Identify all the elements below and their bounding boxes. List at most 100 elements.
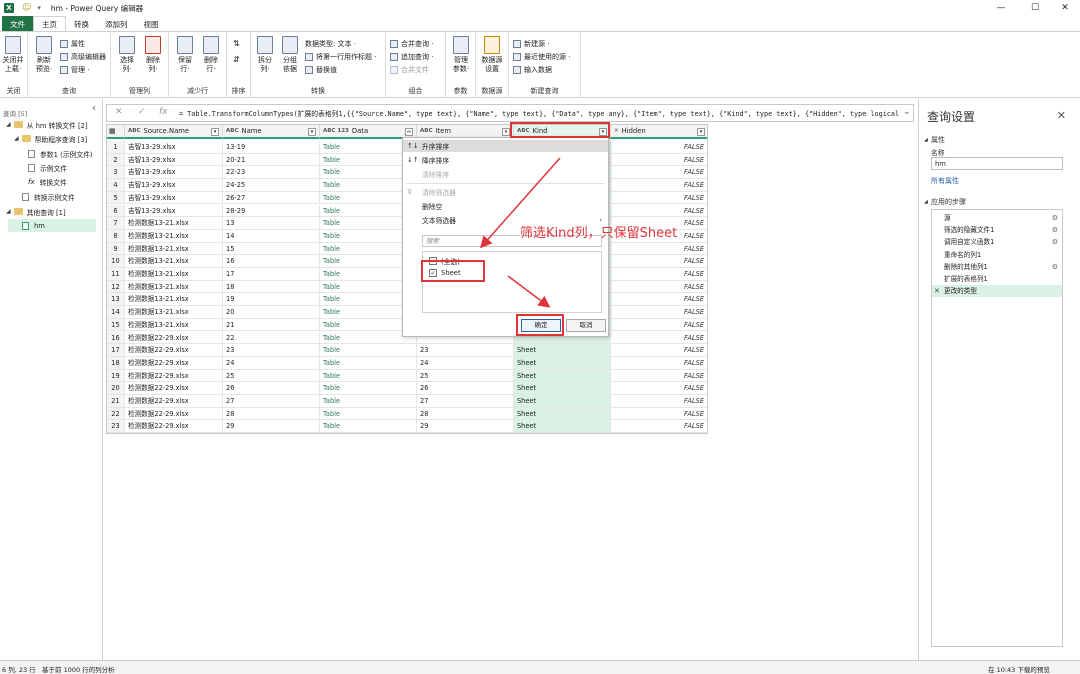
cell-source-name[interactable]: 检测数据13-21.xlsx — [125, 306, 223, 319]
filter-dropdown-button[interactable]: ▾ — [211, 128, 219, 136]
collapse-pane-button[interactable]: ‹ — [92, 103, 96, 114]
cell-source-name[interactable]: 检测数据22-29.xlsx — [125, 407, 223, 421]
cell-source-name[interactable]: 检测数据13-21.xlsx — [125, 318, 223, 332]
query-item-sample-file[interactable]: 示例文件 — [28, 161, 67, 174]
cancel-formula-button[interactable]: ✕ — [115, 107, 123, 117]
cell-data-table[interactable]: Table — [320, 344, 417, 357]
combine-files-button[interactable]: 合并文件 — [390, 64, 429, 75]
new-source-button[interactable]: 新建源 · — [513, 38, 549, 49]
cell-source-name[interactable]: 检测数据22-29.xlsx — [125, 331, 223, 345]
tab-add-column[interactable]: 添加列 — [97, 16, 136, 32]
expand-column-button[interactable]: ⇔ — [405, 128, 413, 136]
cell-name[interactable]: 13-19 — [223, 141, 320, 154]
cell-item[interactable]: 26 — [417, 382, 514, 395]
table-row[interactable]: 23 检测数据22-29.xlsx 29 Table 29 Sheet FALSE — [107, 420, 707, 433]
status-profiling-info[interactable]: 基于前 1000 行的列分析 — [42, 664, 115, 674]
cell-source-name[interactable]: 吉智13-29.xlsx — [125, 191, 223, 205]
manage-parameters-button[interactable]: 管理 参数· — [448, 36, 474, 74]
cell-kind[interactable]: Sheet — [514, 382, 611, 395]
cell-source-name[interactable]: 检测数据13-21.xlsx — [125, 217, 223, 230]
step-settings-gear-icon[interactable]: ⚙ — [1052, 224, 1058, 236]
cell-hidden[interactable]: FALSE — [611, 243, 707, 256]
applied-step-item[interactable]: 重命名的列1 — [932, 249, 1062, 261]
row-number[interactable]: 10 — [107, 255, 125, 268]
row-number[interactable]: 21 — [107, 395, 125, 408]
applied-step-item[interactable]: 筛选的隐藏文件1 ⚙ — [932, 224, 1062, 236]
cell-kind[interactable]: Sheet — [514, 356, 611, 370]
expand-formula-button[interactable]: ⌄ — [903, 107, 911, 117]
cell-data-table[interactable]: Table — [320, 420, 417, 433]
applied-step-item[interactable]: 调用自定义函数1 ⚙ — [932, 236, 1062, 248]
cell-name[interactable]: 22-23 — [223, 166, 320, 180]
cell-data-table[interactable]: Table — [320, 395, 417, 408]
row-number[interactable]: 20 — [107, 382, 125, 395]
filter-dropdown-button[interactable]: ▾ — [697, 128, 705, 136]
menu-item-sort-descending[interactable]: ↓↑ 降序排序 — [403, 154, 608, 166]
cell-source-name[interactable]: 吉智13-29.xlsx — [125, 204, 223, 218]
remove-rows-button[interactable]: 删除 行· — [198, 36, 224, 74]
cell-hidden[interactable]: FALSE — [611, 420, 707, 433]
close-settings-button[interactable]: ✕ — [1057, 109, 1066, 122]
cell-source-name[interactable]: 检测数据22-29.xlsx — [125, 356, 223, 370]
cell-name[interactable]: 24 — [223, 356, 320, 370]
cell-kind[interactable]: Sheet — [514, 344, 611, 357]
merge-queries-button[interactable]: 合并查询 · — [390, 38, 433, 49]
cell-hidden[interactable]: FALSE — [611, 408, 707, 421]
tab-home[interactable]: 主页 — [33, 16, 66, 32]
all-properties-link[interactable]: 所有属性 — [931, 176, 959, 186]
table-row[interactable]: 17 检测数据22-29.xlsx 23 Table 23 Sheet FALSE — [107, 344, 707, 357]
query-item-parameter1[interactable]: 参数1 (示例文件) — [28, 147, 93, 160]
row-number[interactable]: 19 — [107, 369, 125, 383]
append-queries-button[interactable]: 追加查询 · — [390, 51, 433, 62]
sort-ascending-button[interactable]: ⇅ — [233, 38, 240, 49]
cell-source-name[interactable]: 检测数据13-21.xlsx — [125, 293, 223, 307]
cell-source-name[interactable]: 检测数据13-21.xlsx — [125, 229, 223, 243]
menu-item-clear-filter[interactable]: ⊽ 清除筛选器 — [403, 186, 608, 198]
cell-source-name[interactable]: 吉智13-29.xlsx — [125, 166, 223, 180]
cell-name[interactable]: 26 — [223, 382, 320, 395]
cell-name[interactable]: 17 — [223, 268, 320, 281]
cell-name[interactable]: 24-25 — [223, 179, 320, 192]
tab-view[interactable]: 视图 — [136, 16, 167, 32]
cell-name[interactable]: 21 — [223, 318, 320, 332]
cell-data-table[interactable]: Table — [320, 369, 417, 383]
row-number[interactable]: 14 — [107, 306, 125, 319]
cell-source-name[interactable]: 吉智13-29.xlsx — [125, 153, 223, 167]
recent-sources-button[interactable]: 最近使用的源 · — [513, 51, 570, 62]
step-settings-gear-icon[interactable]: ⚙ — [1052, 261, 1058, 273]
applied-step-item[interactable]: 源 ⚙ — [932, 212, 1062, 224]
cell-source-name[interactable]: 检测数据22-29.xlsx — [125, 395, 223, 408]
cell-data-table[interactable]: Table — [320, 407, 417, 421]
cell-hidden[interactable]: FALSE — [611, 268, 707, 281]
table-row[interactable]: 18 检测数据22-29.xlsx 24 Table 24 Sheet FALSE — [107, 356, 707, 370]
data-source-settings-button[interactable]: 数据源 设置 — [479, 36, 505, 74]
cell-name[interactable]: 14 — [223, 229, 320, 243]
cell-hidden[interactable]: FALSE — [611, 332, 707, 345]
table-row[interactable]: 20 检测数据22-29.xlsx 26 Table 26 Sheet FALSE — [107, 382, 707, 395]
keep-rows-button[interactable]: 保留 行· — [172, 36, 198, 74]
cell-hidden[interactable]: FALSE — [611, 382, 707, 395]
cell-source-name[interactable]: 检测数据22-29.xlsx — [125, 382, 223, 395]
cell-hidden[interactable]: FALSE — [611, 255, 707, 268]
cell-name[interactable]: 13 — [223, 217, 320, 230]
group-by-button[interactable]: 分组 依据 — [277, 36, 303, 74]
tab-file[interactable]: 文件 — [2, 16, 33, 32]
split-column-button[interactable]: 拆分 列· — [252, 36, 278, 74]
cell-data-table[interactable]: Table — [320, 356, 417, 370]
query-item-transform-sample-file[interactable]: 转换示例文件 — [22, 190, 75, 203]
cell-name[interactable]: 22 — [223, 331, 320, 345]
cell-hidden[interactable]: FALSE — [611, 281, 707, 294]
cell-name[interactable]: 20-21 — [223, 153, 320, 167]
row-number[interactable]: 17 — [107, 344, 125, 357]
cell-hidden[interactable]: FALSE — [611, 319, 707, 332]
refresh-preview-button[interactable]: 刷新 预览· — [31, 36, 57, 74]
cell-kind[interactable]: Sheet — [514, 407, 611, 421]
use-first-row-as-headers-button[interactable]: 将第一行用作标题 · — [305, 51, 376, 62]
choose-columns-button[interactable]: 选择 列· — [114, 36, 140, 74]
row-number[interactable]: 16 — [107, 331, 125, 345]
cell-name[interactable]: 15 — [223, 242, 320, 256]
delete-step-icon[interactable]: ✕ — [934, 285, 940, 297]
query-group-other[interactable]: ◢ 其他查询 [1] — [6, 205, 66, 218]
maximize-button[interactable]: ☐ — [1020, 0, 1050, 16]
cell-hidden[interactable]: FALSE — [611, 154, 707, 167]
